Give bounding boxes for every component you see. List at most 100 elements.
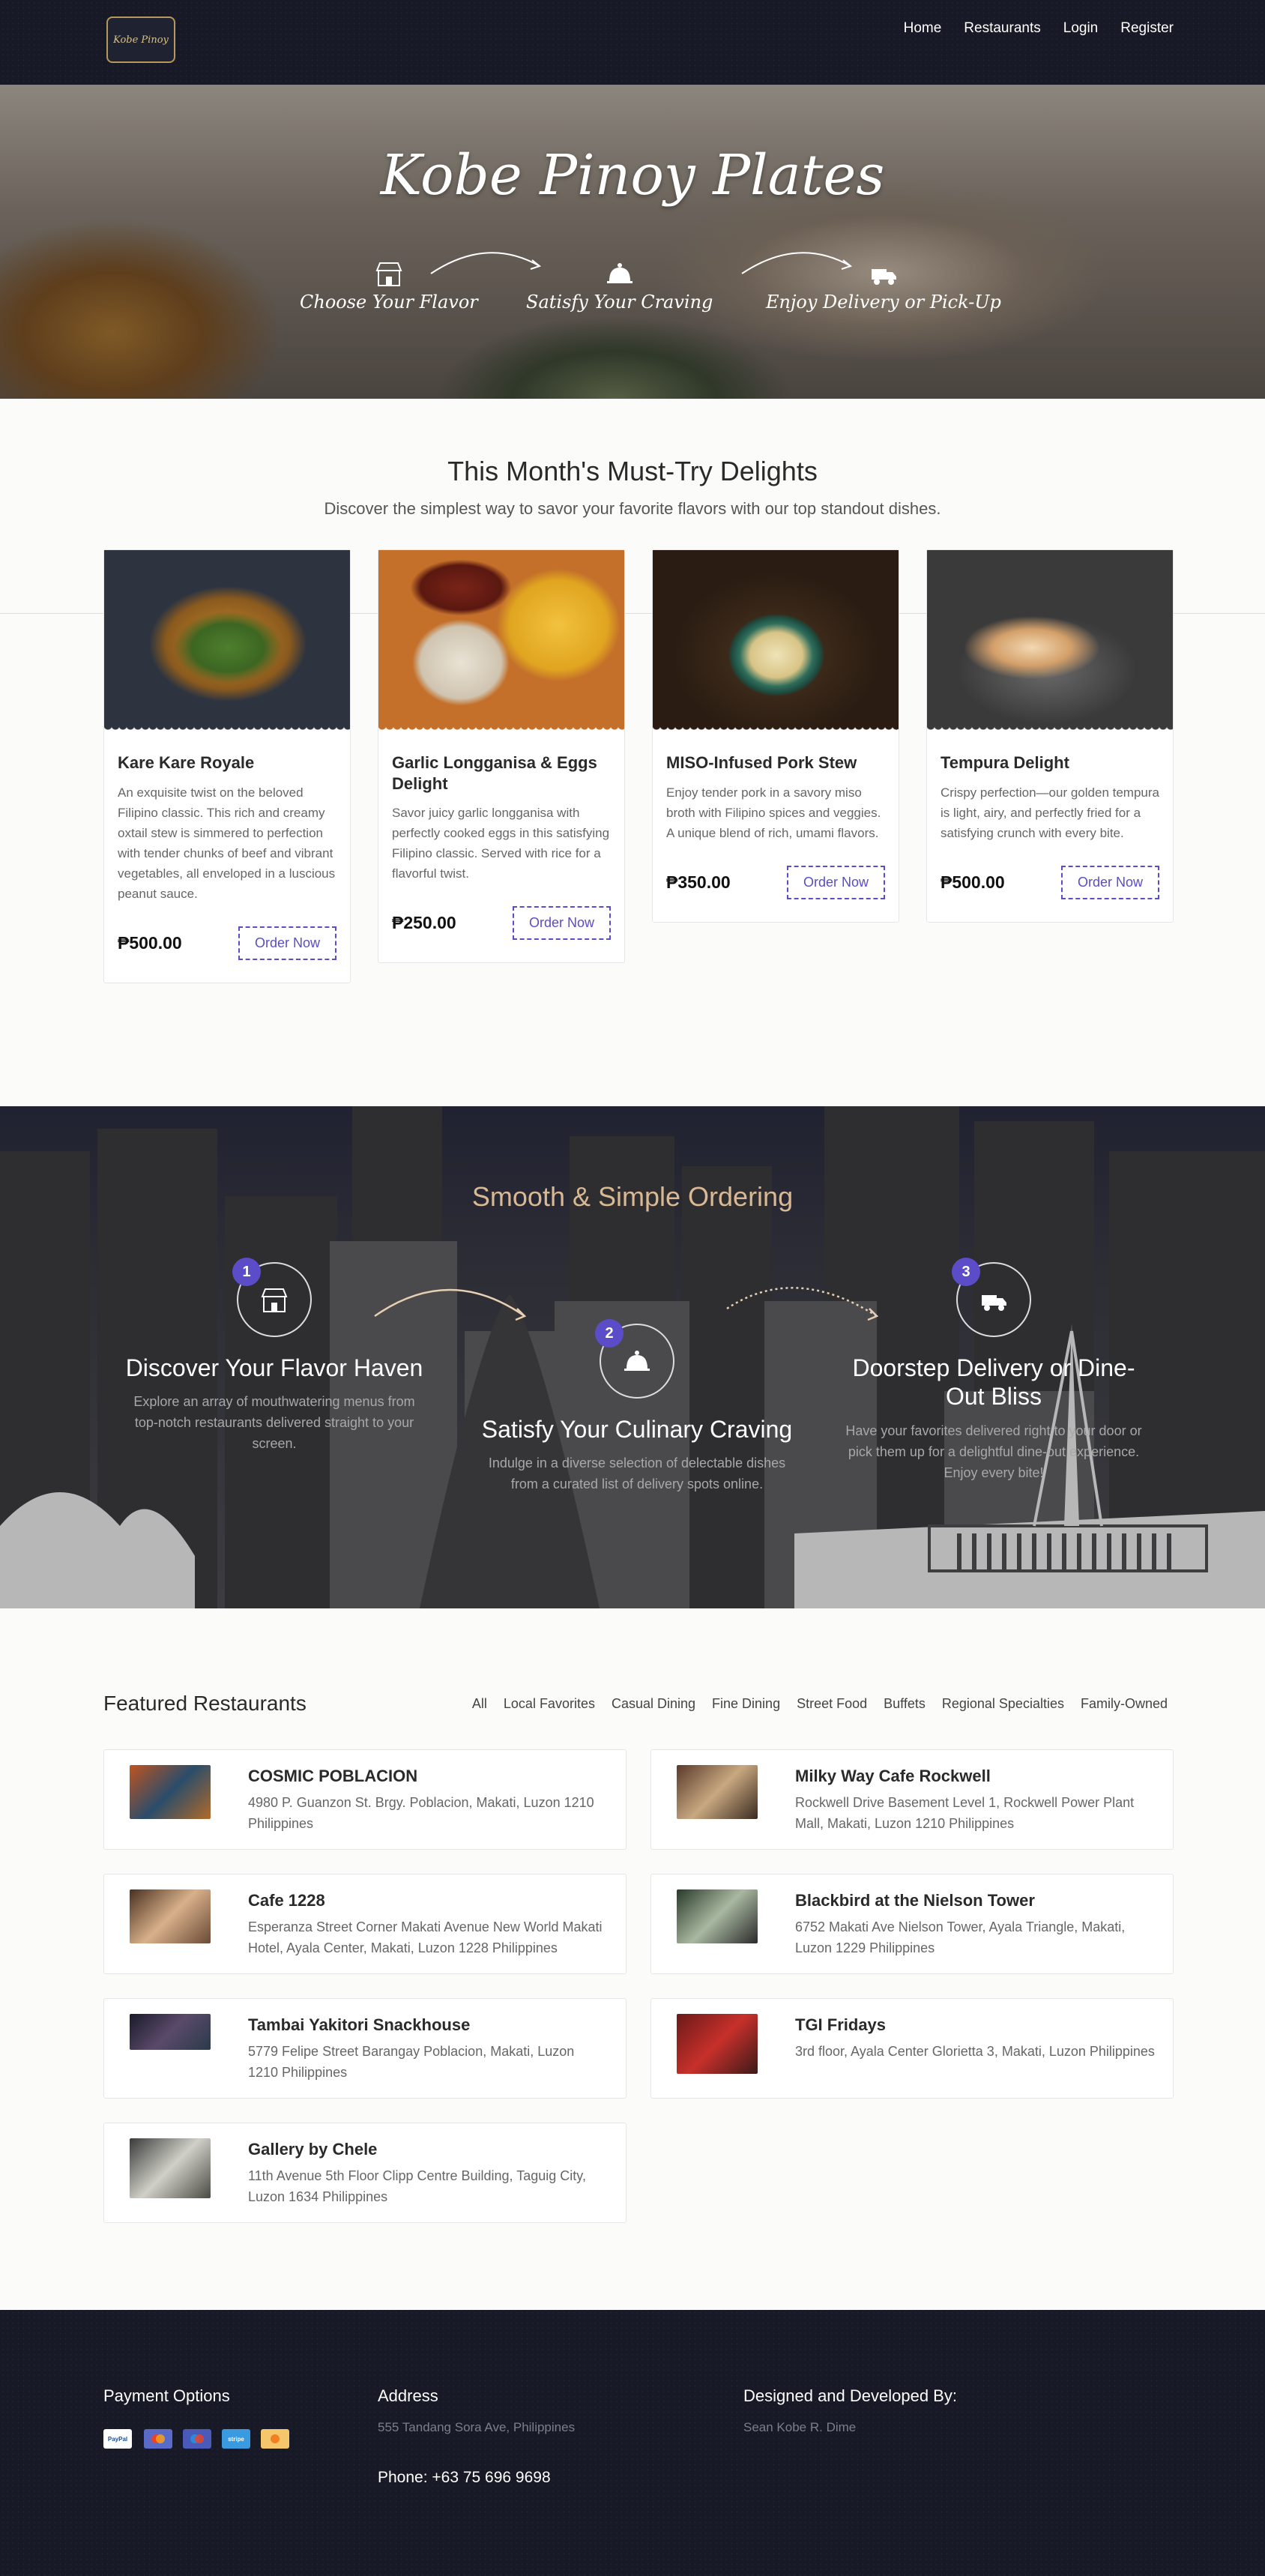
nav-link-register[interactable]: Register: [1120, 20, 1174, 37]
step-icon-circle: 1: [232, 1258, 312, 1337]
restaurant-name: Gallery by Chele: [248, 2140, 378, 2159]
dish-image: [653, 550, 899, 730]
address-text: 555 Tandang Sora Ave, Philippines: [378, 2420, 576, 2434]
featured-title: Featured Restaurants: [103, 1692, 307, 1715]
delivery-truck-icon: [871, 269, 896, 285]
step-title: Discover Your Flavor Haven: [125, 1354, 423, 1381]
dish-card: MISO-Infused Pork Stew Enjoy tender pork…: [652, 549, 899, 923]
restaurant-name: Cafe 1228: [248, 1891, 325, 1910]
dish-price: ₱250.00: [392, 913, 456, 932]
dish-image: [927, 550, 1173, 730]
hero-step-label: Choose Your Flavor: [300, 292, 478, 313]
step-icon-circle: 2: [595, 1319, 674, 1399]
step-title: Doorstep Delivery or Dine-Out Bliss: [852, 1354, 1135, 1411]
dish-name: Garlic Longganisa & Eggs Delight: [392, 753, 597, 793]
step-number-badge: 2: [595, 1319, 624, 1348]
dish-name: Tempura Delight: [941, 753, 1069, 772]
restaurant-card[interactable]: TGI Fridays 3rd floor, Ayala Center Glor…: [650, 1998, 1174, 2099]
filter-casual-dining[interactable]: Casual Dining: [612, 1696, 695, 1712]
restaurant-name: Blackbird at the Nielson Tower: [795, 1891, 1035, 1910]
restaurant-address: 6752 Makati Ave Nielson Tower, Ayala Tri…: [795, 1919, 1126, 1955]
order-now-button[interactable]: Order Now: [1060, 865, 1159, 899]
dish-price: ₱500.00: [118, 932, 182, 953]
restaurant-name: COSMIC POBLACION: [248, 1767, 418, 1785]
restaurant-thumbnail: [130, 2014, 211, 2050]
restaurant-name: Milky Way Cafe Rockwell: [795, 1767, 991, 1785]
hero-step-label: Enjoy Delivery or Pick-Up: [766, 292, 1001, 313]
payment-options-title: Payment Options: [103, 2386, 230, 2405]
restaurant-thumbnail: [130, 1889, 211, 1943]
order-now-button[interactable]: Order Now: [238, 926, 336, 960]
dish-description: Savor juicy garlic longganisa with perfe…: [392, 806, 610, 881]
filter-all[interactable]: All: [472, 1696, 487, 1712]
restaurant-card[interactable]: Cafe 1228 Esperanza Street Corner Makati…: [103, 1874, 627, 1974]
designer-name: Sean Kobe R. Dime: [743, 2420, 857, 2434]
step-description: Explore an array of mouthwatering menus …: [133, 1394, 415, 1452]
dish-description: Crispy perfection—our golden tempura is …: [941, 785, 1159, 840]
delivery-truck-icon: [982, 1295, 1006, 1311]
step-title: Satisfy Your Culinary Craving: [481, 1416, 793, 1443]
filter-regional-specialties[interactable]: Regional Specialties: [942, 1696, 1064, 1712]
restaurant-card[interactable]: Blackbird at the Nielson Tower 6752 Maka…: [650, 1874, 1174, 1974]
step-number-badge: 3: [952, 1258, 980, 1286]
ordering-step-3: 3 Doorstep Delivery or Dine-Out Bliss Ha…: [836, 1258, 1151, 1483]
restaurant-thumbnail: [130, 1765, 211, 1819]
restaurant-address: 11th Avenue 5th Floor Clipp Centre Build…: [248, 2168, 586, 2204]
dish-image: [104, 550, 350, 730]
address-title: Address: [378, 2386, 438, 2405]
order-now-button[interactable]: Order Now: [512, 906, 611, 940]
restaurant-card[interactable]: COSMIC POBLACION 4980 P. Guanzon St. Brg…: [103, 1749, 627, 1850]
phone-text: Phone: +63 75 696 9698: [378, 2469, 551, 2486]
dish-card: Garlic Longganisa & Eggs Delight Savor j…: [378, 549, 625, 963]
nav-link-home[interactable]: Home: [904, 20, 942, 37]
nav-link-restaurants[interactable]: Restaurants: [964, 20, 1040, 37]
designer-title: Designed and Developed By:: [743, 2386, 957, 2405]
filter-buffets[interactable]: Buffets: [884, 1696, 926, 1712]
dish-card: Kare Kare Royale An exquisite twist on t…: [103, 549, 351, 983]
stripe-icon: stripe: [222, 2429, 250, 2449]
store-icon: [375, 262, 402, 286]
hero-step-label: Satisfy Your Craving: [526, 292, 713, 313]
step-description: Indulge in a diverse selection of delect…: [488, 1456, 786, 1492]
order-now-button[interactable]: Order Now: [786, 865, 885, 899]
filter-family-owned[interactable]: Family-Owned: [1081, 1696, 1168, 1712]
filter-fine-dining[interactable]: Fine Dining: [712, 1696, 780, 1712]
store-icon: [261, 1288, 288, 1312]
restaurant-address: 5779 Felipe Street Barangay Poblacion, M…: [248, 2044, 575, 2080]
ordering-step-1: 1 Discover Your Flavor Haven Explore an …: [124, 1258, 424, 1454]
filter-local-favorites[interactable]: Local Favorites: [504, 1696, 595, 1712]
restaurant-thumbnail: [130, 2138, 211, 2198]
nav-link-login[interactable]: Login: [1063, 20, 1099, 37]
dish-card: Tempura Delight Crispy perfection—our go…: [926, 549, 1174, 923]
nav-links: Home Restaurants Login Register: [904, 20, 1174, 37]
step-number-badge: 1: [232, 1258, 261, 1286]
restaurant-address: Esperanza Street Corner Makati Avenue Ne…: [248, 1919, 603, 1955]
ordering-section: Smooth & Simple Ordering 1 Discover Your…: [0, 1106, 1265, 1608]
restaurant-name: TGI Fridays: [795, 2015, 887, 2034]
brand-logo[interactable]: Kobe Pinoy: [106, 16, 175, 63]
cloche-icon: [606, 263, 632, 283]
restaurant-card[interactable]: Tambai Yakitori Snackhouse 5779 Felipe S…: [103, 1998, 627, 2099]
dish-description: An exquisite twist on the beloved Filipi…: [118, 785, 336, 901]
restaurant-card[interactable]: Milky Way Cafe Rockwell Rockwell Drive B…: [650, 1749, 1174, 1850]
dish-description: Enjoy tender pork in a savory miso broth…: [666, 785, 881, 840]
step-description: Have your favorites delivered right to y…: [845, 1423, 1142, 1480]
dish-name: MISO-Infused Pork Stew: [666, 753, 857, 772]
dish-name: Kare Kare Royale: [118, 753, 255, 772]
top-navbar: Kobe Pinoy Home Restaurants Login Regist…: [0, 0, 1265, 85]
dish-price: ₱500.00: [941, 872, 1005, 892]
restaurant-thumbnail: [677, 2014, 758, 2074]
mastercard-icon: [144, 2429, 172, 2449]
step-icon-circle: 3: [952, 1258, 1031, 1337]
restaurant-address: 3rd floor, Ayala Center Glorietta 3, Mak…: [795, 2044, 1155, 2059]
cloche-icon: [624, 1351, 650, 1371]
paypal-icon: PayPal: [103, 2429, 132, 2449]
filter-street-food[interactable]: Street Food: [797, 1696, 867, 1712]
restaurant-thumbnail: [677, 1765, 758, 1819]
ordering-title: Smooth & Simple Ordering: [471, 1181, 794, 1212]
hero-banner: Kobe Pinoy Plates Choose Your Flavor Sat…: [0, 85, 1265, 399]
restaurant-thumbnail: [677, 1889, 758, 1943]
restaurant-address: 4980 P. Guanzon St. Brgy. Poblacion, Mak…: [248, 1795, 594, 1831]
discover-icon: [261, 2429, 289, 2449]
restaurant-card[interactable]: Gallery by Chele 11th Avenue 5th Floor C…: [103, 2123, 627, 2223]
